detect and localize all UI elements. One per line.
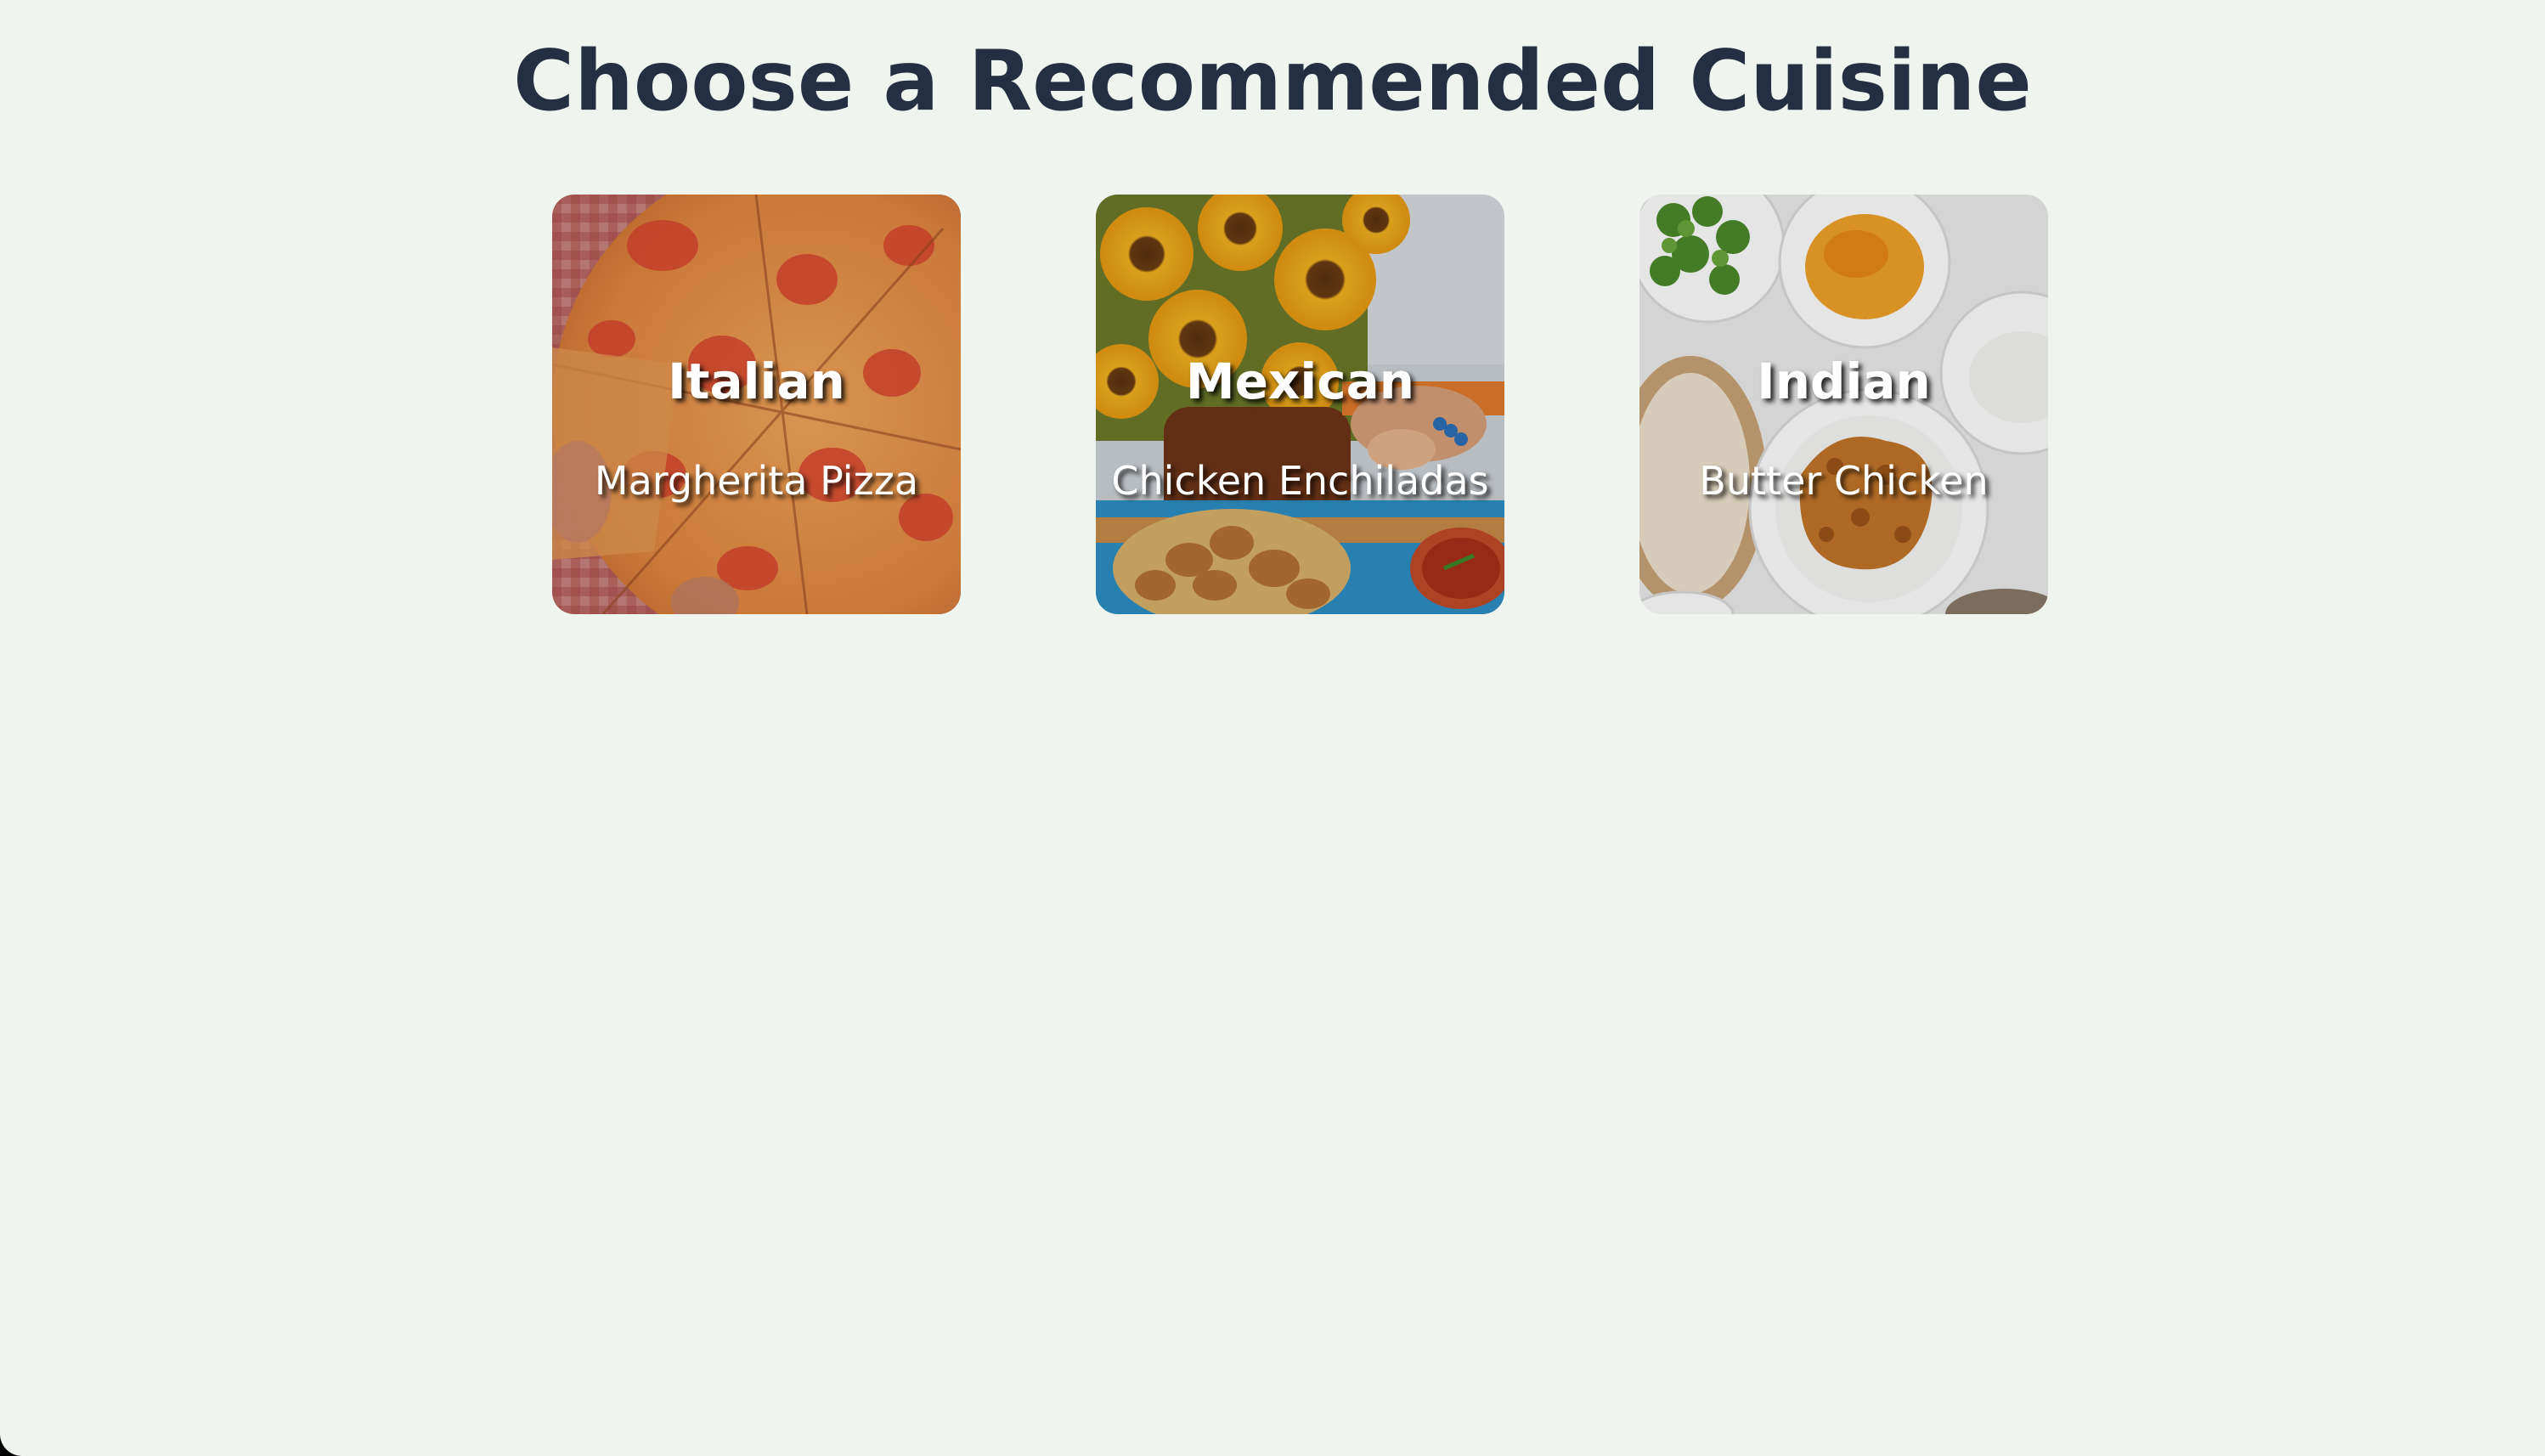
cuisine-label: Indian: [1757, 353, 1931, 410]
cuisine-label: Mexican: [1185, 353, 1415, 410]
cuisine-card-indian[interactable]: Indian Butter Chicken: [1639, 195, 2048, 614]
cuisine-card-italian[interactable]: Italian Margherita Pizza: [552, 195, 961, 614]
cuisine-card-mexican[interactable]: Mexican Chicken Enchiladas: [1096, 195, 1504, 614]
page-title: Choose a Recommended Cuisine: [513, 33, 2032, 130]
cuisine-label: Italian: [668, 353, 845, 410]
dish-label: Margherita Pizza: [594, 458, 919, 504]
dish-label: Chicken Enchiladas: [1111, 458, 1489, 504]
dish-label: Butter Chicken: [1699, 458, 1989, 504]
page: Choose a Recommended Cuisine Italian Mar…: [0, 0, 2545, 1456]
